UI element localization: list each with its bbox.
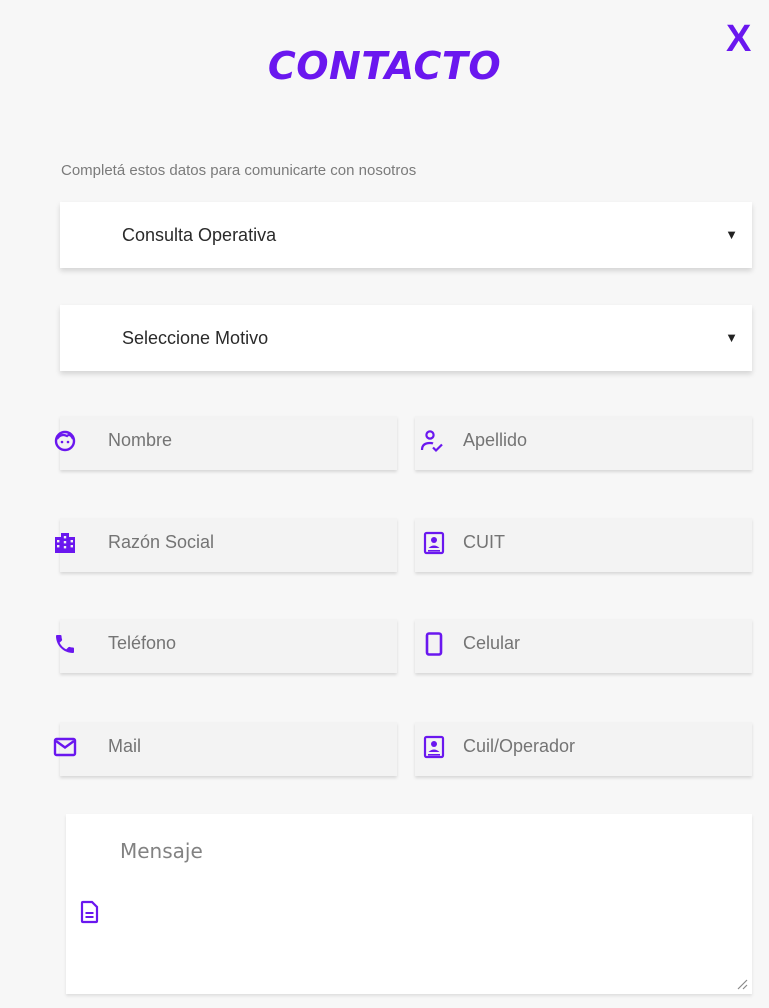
chevron-down-icon: ▼: [725, 330, 738, 345]
telefono-field[interactable]: Teléfono: [56, 619, 397, 673]
celular-field[interactable]: Celular: [415, 619, 752, 673]
consulta-select[interactable]: Consulta Operativa ▼: [60, 202, 752, 268]
contact-card-icon: [423, 531, 445, 555]
telefono-placeholder: Teléfono: [108, 633, 177, 653]
cuil-operador-placeholder: Cuil/Operador: [463, 736, 576, 756]
motivo-select[interactable]: Seleccione Motivo ▼: [60, 305, 752, 371]
mail-field[interactable]: Mail: [53, 722, 397, 776]
close-button[interactable]: X: [726, 18, 751, 61]
phone-icon: [56, 635, 74, 653]
contact-form-panel: CONTACTO X Completá estos datos para com…: [0, 0, 769, 1008]
building-icon: [55, 533, 75, 553]
resize-handle-icon[interactable]: [736, 978, 748, 990]
apellido-placeholder: Apellido: [463, 430, 528, 450]
mensaje-placeholder: Mensaje: [120, 839, 203, 863]
cuil-operador-field[interactable]: Cuil/Operador: [415, 722, 752, 776]
mail-placeholder: Mail: [108, 736, 142, 756]
mail-icon: [53, 737, 77, 757]
mobile-icon: [425, 632, 443, 656]
badge-icon: [423, 735, 445, 759]
motivo-select-value: Seleccione Motivo: [122, 328, 269, 348]
celular-placeholder: Celular: [463, 633, 521, 653]
chevron-down-icon: ▼: [725, 227, 738, 242]
form-subtitle: Completá estos datos para comunicarte co…: [61, 162, 417, 179]
apellido-field[interactable]: Apellido: [415, 416, 752, 470]
face-icon: [54, 430, 76, 452]
consulta-select-value: Consulta Operativa: [122, 225, 277, 245]
razon-social-placeholder: Razón Social: [108, 532, 215, 552]
mensaje-textarea[interactable]: Mensaje: [66, 814, 752, 994]
cuit-field[interactable]: CUIT: [415, 518, 752, 572]
form-title: CONTACTO: [267, 44, 502, 88]
razon-social-field[interactable]: Razón Social: [55, 518, 397, 572]
nombre-placeholder: Nombre: [108, 430, 173, 450]
document-icon: [80, 900, 99, 924]
nombre-field[interactable]: Nombre: [54, 416, 397, 470]
cuit-placeholder: CUIT: [463, 532, 505, 552]
person-check-icon: [420, 430, 443, 453]
